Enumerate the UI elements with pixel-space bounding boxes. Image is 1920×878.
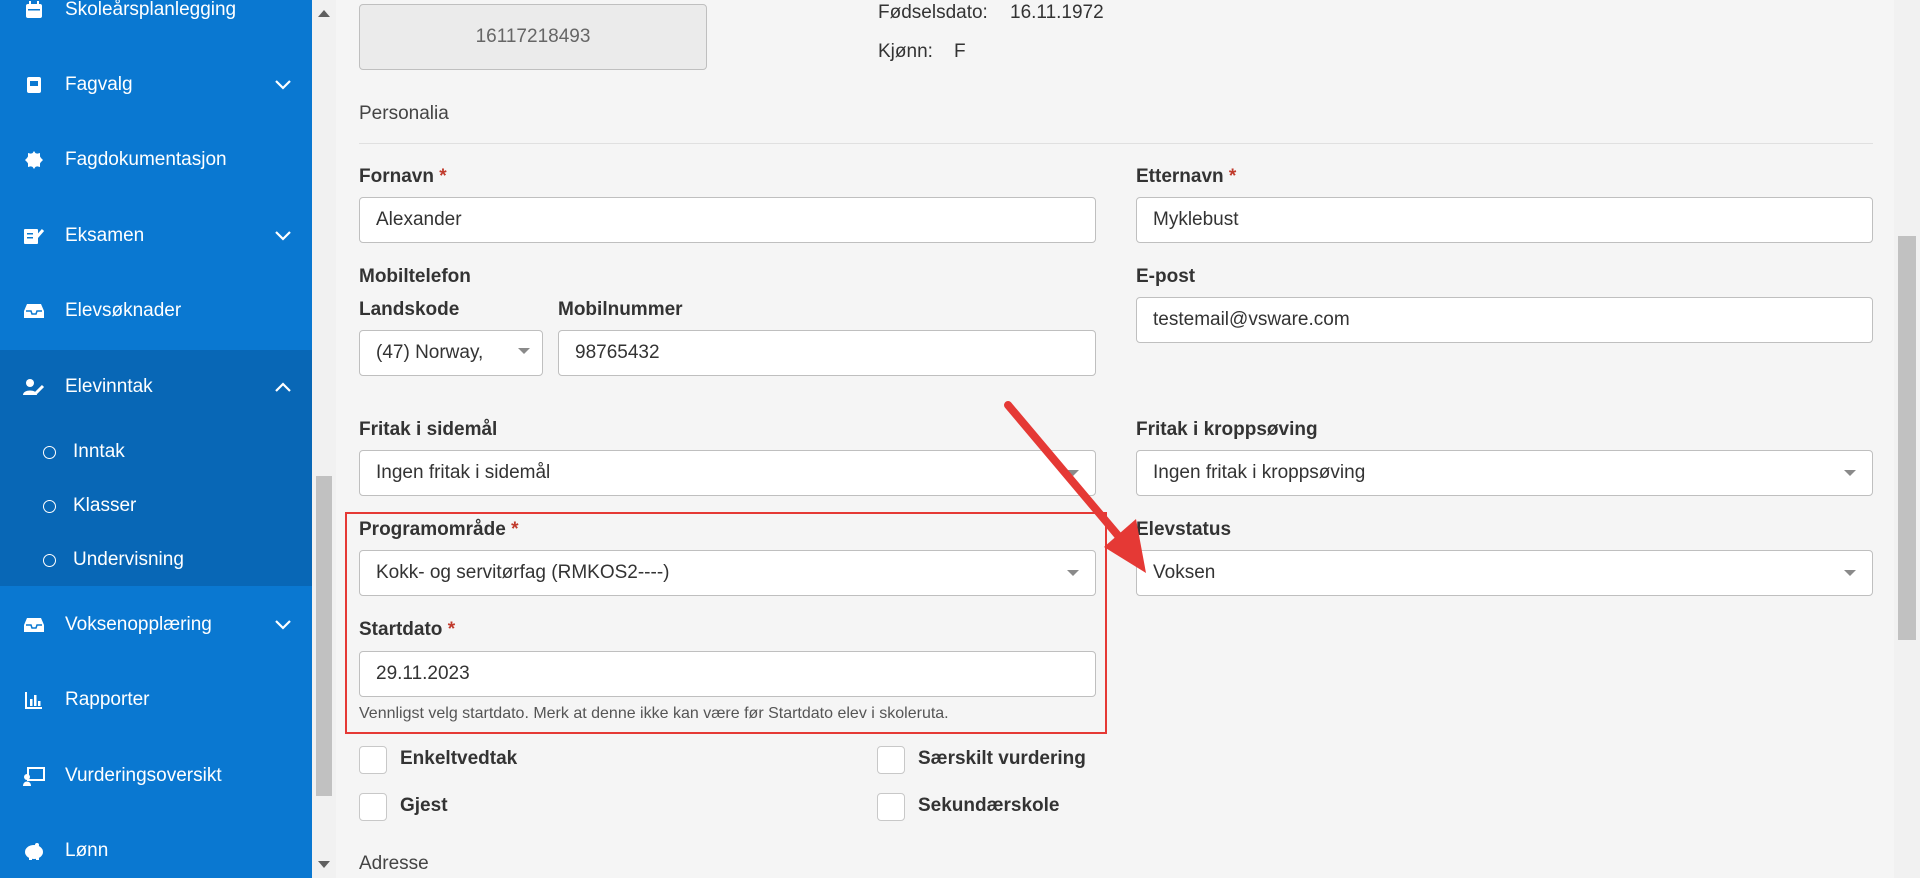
sidebar: Skoleårsplanlegging Fagvalg Fagdokumenta… — [0, 0, 312, 878]
section-personalia: Personalia — [359, 103, 449, 124]
exam-icon — [22, 224, 46, 248]
etternavn-label: Etternavn * — [1136, 166, 1236, 188]
sidebar-item-voksenopplaering[interactable]: Voksenopplæring — [0, 595, 312, 655]
sidebar-subitem-label: Undervisning — [73, 549, 184, 570]
fritak-sidemal-value: Ingen fritak i sidemål — [376, 462, 551, 483]
birthdate-label: Fødselsdato: — [878, 2, 988, 23]
sekundaerskole-label: Sekundærskole — [918, 795, 1060, 816]
elevstatus-select[interactable]: Voksen — [1136, 550, 1873, 596]
enkeltvedtak-checkbox[interactable] — [359, 746, 387, 774]
main-content: 16117218493 Fødselsdato: 16.11.1972 Kjøn… — [336, 0, 1894, 878]
sidebar-item-label: Rapporter — [65, 689, 150, 710]
scrollbar-thumb[interactable] — [1898, 236, 1916, 640]
sidebar-item-lonn[interactable]: Lønn — [0, 821, 312, 878]
sidebar-item-rapporter[interactable]: Rapporter — [0, 670, 312, 730]
etternavn-label-text: Etternavn — [1136, 166, 1224, 187]
scroll-up-arrow-icon[interactable] — [318, 10, 330, 17]
mobilnummer-label: Mobilnummer — [558, 299, 683, 320]
caret-down-icon — [1844, 470, 1856, 476]
sidebar-item-label: Skoleårsplanlegging — [65, 0, 237, 20]
sidebar-scrollbar[interactable] — [312, 0, 336, 878]
chevron-down-icon — [268, 613, 298, 637]
sidebar-item-fagvalg[interactable]: Fagvalg — [0, 55, 312, 115]
sidebar-item-label: Elevinntak — [65, 376, 153, 397]
sidebar-item-label: Voksenopplæring — [65, 614, 212, 635]
circle-icon — [43, 553, 56, 567]
fornavn-label: Fornavn * — [359, 166, 447, 188]
gjest-label: Gjest — [400, 795, 448, 816]
gender-value: F — [954, 41, 966, 62]
bar-chart-icon — [22, 688, 46, 712]
sekundaerskole-checkbox[interactable] — [877, 793, 905, 821]
sidebar-item-fagdokumentasjon[interactable]: Fagdokumentasjon — [0, 130, 312, 190]
mobilnummer-input[interactable]: 98765432 — [558, 330, 1096, 376]
birthdate-value: 16.11.1972 — [1010, 2, 1104, 23]
annotation-highlight-box — [345, 512, 1107, 734]
calendar-icon — [22, 0, 46, 22]
id-number-field: 16117218493 — [359, 4, 707, 70]
fritak-kropp-select[interactable]: Ingen fritak i kroppsøving — [1136, 450, 1873, 496]
fornavn-value: Alexander — [376, 209, 462, 230]
sidebar-subitem-label: Inntak — [73, 441, 125, 462]
chevron-up-icon — [268, 375, 298, 399]
mobiltelefon-label: Mobiltelefon — [359, 266, 471, 287]
sidebar-item-vurderingsoversikt[interactable]: Vurderingsoversikt — [0, 746, 312, 806]
sidebar-item-label: Lønn — [65, 840, 109, 861]
fornavn-label-text: Fornavn — [359, 166, 434, 187]
inbox-icon — [22, 613, 46, 637]
caret-down-icon — [1844, 570, 1856, 576]
main-scrollbar[interactable] — [1894, 0, 1920, 878]
sidebar-item-eksamen[interactable]: Eksamen — [0, 206, 312, 266]
scrollbar-thumb[interactable] — [316, 476, 332, 796]
mobilnummer-value: 98765432 — [575, 342, 660, 363]
sidebar-item-label: Fagdokumentasjon — [65, 149, 227, 170]
chevron-down-icon — [268, 224, 298, 248]
circle-icon — [43, 499, 56, 513]
etternavn-input[interactable]: Myklebust — [1136, 197, 1873, 243]
fornavn-input[interactable]: Alexander — [359, 197, 1096, 243]
sidebar-item-label: Fagvalg — [65, 74, 133, 95]
landskode-label: Landskode — [359, 299, 460, 320]
epost-input[interactable]: testemail@vsware.com — [1136, 297, 1873, 343]
sidebar-subitem-undervisning[interactable]: Undervisning — [0, 535, 312, 585]
presentation-icon — [22, 764, 46, 788]
sidebar-subitem-klasser[interactable]: Klasser — [0, 481, 312, 531]
saerskilt-vurdering-checkbox[interactable] — [877, 746, 905, 774]
sidebar-subitem-inntak[interactable]: Inntak — [0, 427, 312, 477]
section-divider — [359, 143, 1873, 144]
badge-icon — [22, 148, 46, 172]
fritak-sidemal-select[interactable]: Ingen fritak i sidemål — [359, 450, 1096, 496]
section-adresse: Adresse — [359, 853, 429, 874]
sidebar-item-skolearsplanlegging[interactable]: Skoleårsplanlegging — [0, 0, 312, 40]
sidebar-item-label: Eksamen — [65, 225, 145, 246]
landskode-select[interactable]: (47) Norway, — [359, 330, 543, 376]
enkeltvedtak-label: Enkeltvedtak — [400, 748, 518, 769]
sidebar-item-elevsoknader[interactable]: Elevsøknader — [0, 281, 312, 341]
inbox-icon — [22, 299, 46, 323]
fritak-kropp-value: Ingen fritak i kroppsøving — [1153, 462, 1366, 483]
book-icon — [22, 73, 46, 97]
caret-down-icon — [518, 348, 530, 354]
landskode-value: (47) Norway, — [376, 342, 484, 363]
circle-icon — [43, 445, 56, 459]
sidebar-item-label: Elevsøknader — [65, 300, 182, 321]
gjest-checkbox[interactable] — [359, 793, 387, 821]
sidebar-subitem-label: Klasser — [73, 495, 137, 516]
piggy-bank-icon — [22, 839, 46, 863]
saerskilt-vurdering-label: Særskilt vurdering — [918, 748, 1086, 769]
sidebar-item-elevinntak[interactable]: Elevinntak — [0, 357, 312, 417]
annotation-arrow-icon — [1004, 401, 1146, 573]
chevron-down-icon — [268, 73, 298, 97]
id-number-value: 16117218493 — [475, 26, 591, 47]
etternavn-value: Myklebust — [1153, 209, 1239, 230]
fritak-sidemal-label: Fritak i sidemål — [359, 419, 498, 440]
scroll-down-arrow-icon[interactable] — [318, 861, 330, 868]
epost-value: testemail@vsware.com — [1153, 309, 1350, 330]
epost-label: E-post — [1136, 266, 1196, 287]
sidebar-item-label: Vurderingsoversikt — [65, 765, 222, 786]
required-mark: * — [439, 166, 447, 187]
required-mark: * — [1228, 166, 1237, 187]
user-edit-icon — [22, 375, 46, 399]
gender-label: Kjønn: — [878, 41, 933, 62]
